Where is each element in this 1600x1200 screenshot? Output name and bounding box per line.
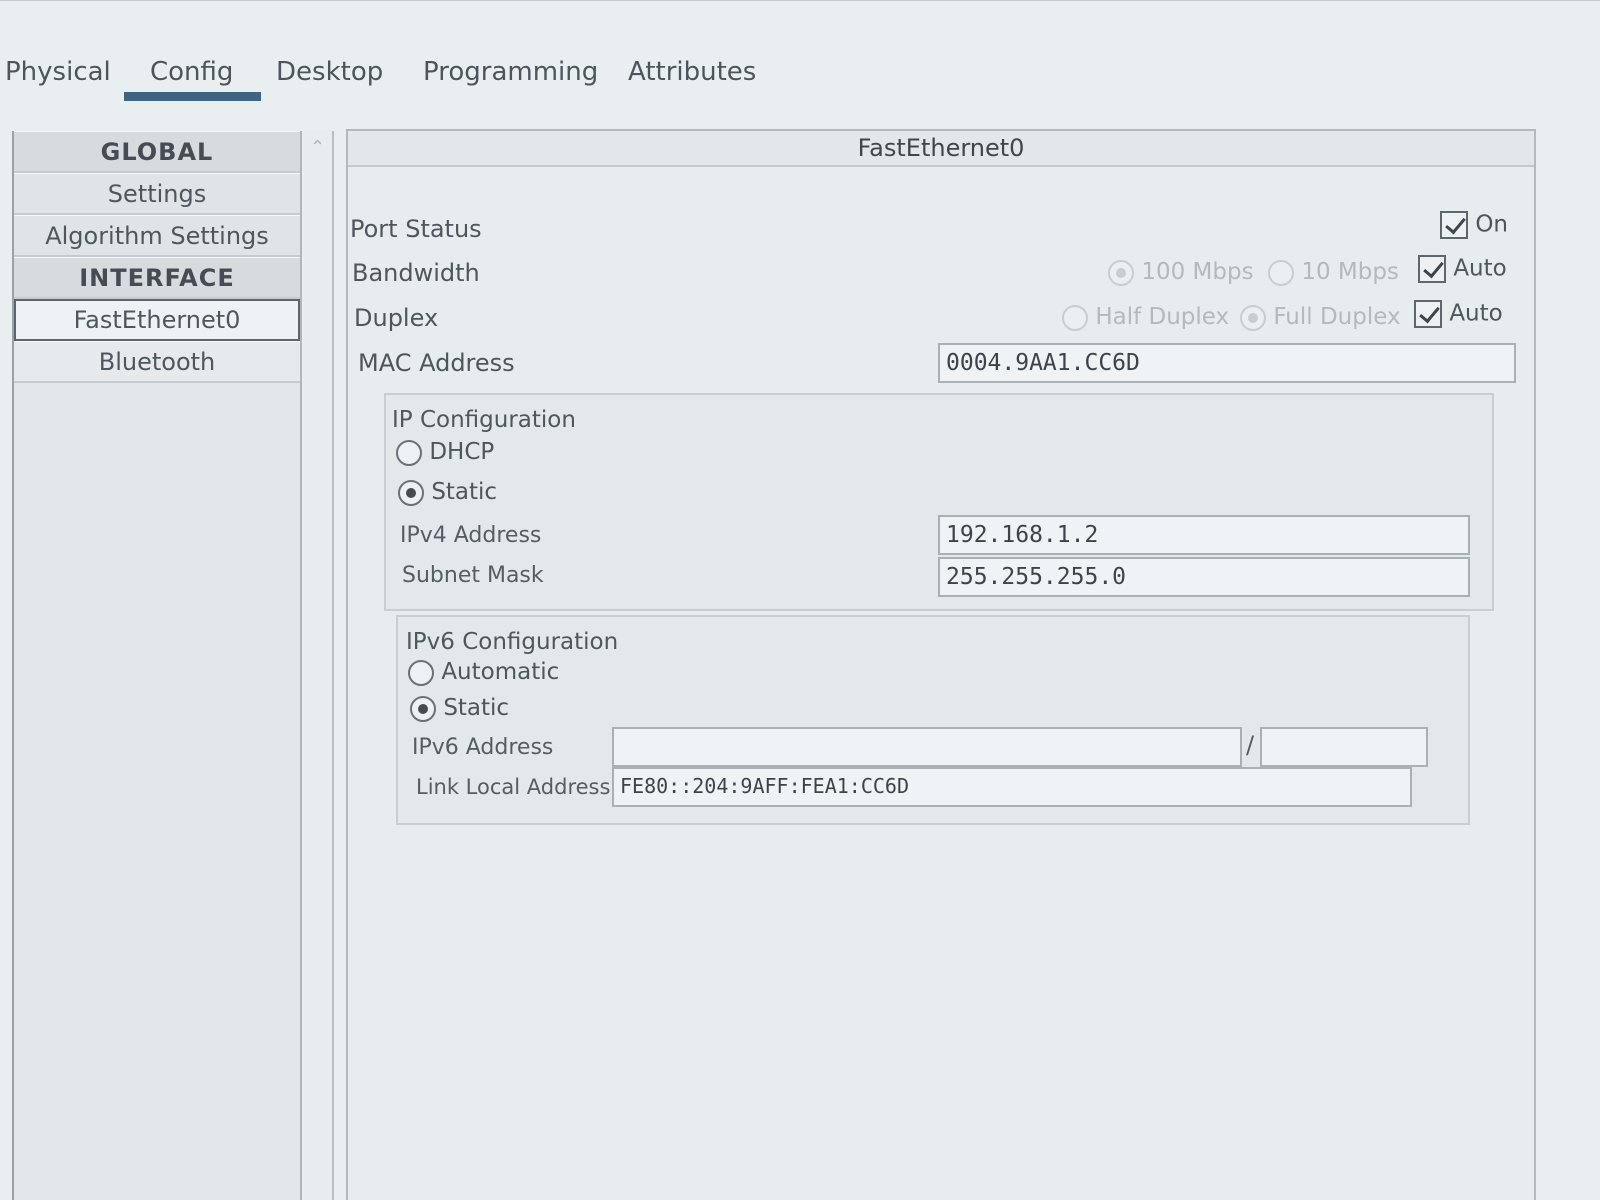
- mac-label: MAC Address: [358, 349, 515, 377]
- ipv4-address-field[interactable]: 192.168.1.2: [938, 515, 1470, 555]
- nav-header-interface[interactable]: INTERFACE: [14, 257, 300, 299]
- bandwidth-10-option: 10 Mbps: [1268, 259, 1399, 286]
- port-on-option[interactable]: On: [1440, 211, 1508, 239]
- tab-attributes[interactable]: Attributes: [628, 57, 756, 87]
- config-sidebar: GLOBAL Settings Algorithm Settings INTER…: [12, 131, 302, 1200]
- ipv6-configuration-group: IPv6 Configuration Automatic Static IPv6…: [396, 615, 1470, 825]
- half-duplex-option: Half Duplex: [1062, 304, 1229, 331]
- bandwidth-row: Bandwidth 100 Mbps 10 Mbps Auto: [348, 253, 1534, 293]
- dhcp-label: DHCP: [429, 439, 495, 465]
- nav-item-bluetooth[interactable]: Bluetooth: [14, 341, 300, 383]
- port-on-checkbox[interactable]: [1440, 211, 1468, 239]
- dhcp-option[interactable]: DHCP: [396, 439, 494, 466]
- tab-bar: Physical Config Desktop Programming Attr…: [0, 51, 1600, 106]
- ipv6-address-field[interactable]: [612, 727, 1242, 767]
- duplex-label: Duplex: [354, 304, 439, 332]
- full-duplex-option: Full Duplex: [1240, 304, 1401, 331]
- subnet-mask-field[interactable]: 255.255.255.0: [938, 557, 1470, 597]
- port-status-row: Port Status On: [348, 209, 1534, 249]
- tab-desktop[interactable]: Desktop: [276, 57, 383, 87]
- nav-header-global[interactable]: GLOBAL: [14, 131, 300, 173]
- half-duplex-radio: [1062, 304, 1088, 331]
- interface-panel: FastEthernet0 Port Status On Bandwidth 1…: [346, 129, 1536, 1200]
- duplex-auto-option[interactable]: Auto: [1414, 300, 1503, 328]
- port-on-label: On: [1475, 211, 1508, 238]
- duplex-auto-checkbox[interactable]: [1414, 300, 1442, 328]
- scroll-up-icon[interactable]: ⌃: [310, 137, 325, 158]
- ipv6-prefix-separator: /: [1246, 731, 1255, 759]
- link-local-field[interactable]: FE80::204:9AFF:FEA1:CC6D: [612, 767, 1412, 807]
- ipv6-address-label: IPv6 Address: [412, 735, 554, 760]
- device-config-window: Physical Config Desktop Programming Attr…: [0, 0, 1600, 1200]
- full-duplex-label: Full Duplex: [1273, 304, 1401, 330]
- tab-physical[interactable]: Physical: [5, 57, 111, 87]
- bandwidth-10-radio: [1268, 259, 1294, 286]
- mac-address-field[interactable]: 0004.9AA1.CC6D: [938, 343, 1516, 383]
- bandwidth-100-radio: [1108, 259, 1134, 286]
- subnet-mask-label: Subnet Mask: [402, 563, 544, 588]
- bandwidth-label: Bandwidth: [352, 259, 480, 287]
- bandwidth-10-label: 10 Mbps: [1301, 259, 1399, 285]
- half-duplex-label: Half Duplex: [1095, 304, 1230, 330]
- nav-item-fastethernet0[interactable]: FastEthernet0: [14, 299, 300, 341]
- ipv6-static-option[interactable]: Static: [410, 695, 509, 722]
- duplex-row: Duplex Half Duplex Full Duplex Auto: [348, 298, 1534, 338]
- tab-programming[interactable]: Programming: [423, 57, 598, 87]
- link-local-label: Link Local Address:: [416, 775, 618, 799]
- full-duplex-radio: [1240, 304, 1266, 331]
- ipv4-static-radio[interactable]: [398, 479, 424, 506]
- bandwidth-auto-checkbox[interactable]: [1418, 255, 1446, 283]
- ipv4-static-label: Static: [431, 479, 498, 505]
- panel-title: FastEthernet0: [348, 131, 1534, 167]
- ipv6-automatic-label: Automatic: [441, 659, 560, 685]
- bandwidth-auto-option[interactable]: Auto: [1418, 255, 1507, 283]
- bandwidth-100-option: 100 Mbps: [1108, 259, 1254, 286]
- ip-configuration-title: IP Configuration: [392, 407, 576, 433]
- nav-item-settings[interactable]: Settings: [14, 173, 300, 215]
- duplex-auto-label: Auto: [1449, 300, 1503, 327]
- sidebar-scrollbar[interactable]: ⌃: [304, 131, 334, 1200]
- ipv6-prefix-field[interactable]: [1260, 727, 1428, 767]
- bandwidth-100-label: 100 Mbps: [1141, 259, 1254, 285]
- ip-configuration-group: IP Configuration DHCP Static IPv4 Addres…: [384, 393, 1494, 611]
- bandwidth-auto-label: Auto: [1453, 255, 1507, 282]
- ipv4-static-option[interactable]: Static: [398, 479, 497, 506]
- port-status-label: Port Status: [350, 215, 482, 243]
- ipv6-configuration-title: IPv6 Configuration: [406, 629, 619, 655]
- ipv6-automatic-radio[interactable]: [408, 659, 434, 686]
- tab-config[interactable]: Config: [123, 57, 262, 101]
- ipv6-automatic-option[interactable]: Automatic: [408, 659, 559, 686]
- mac-row: MAC Address 0004.9AA1.CC6D: [348, 343, 1534, 383]
- dhcp-radio[interactable]: [396, 439, 422, 466]
- nav-item-algorithm-settings[interactable]: Algorithm Settings: [14, 215, 300, 257]
- ipv6-static-radio[interactable]: [410, 695, 436, 722]
- ipv6-static-label: Static: [443, 695, 510, 721]
- ipv4-address-label: IPv4 Address: [400, 523, 542, 548]
